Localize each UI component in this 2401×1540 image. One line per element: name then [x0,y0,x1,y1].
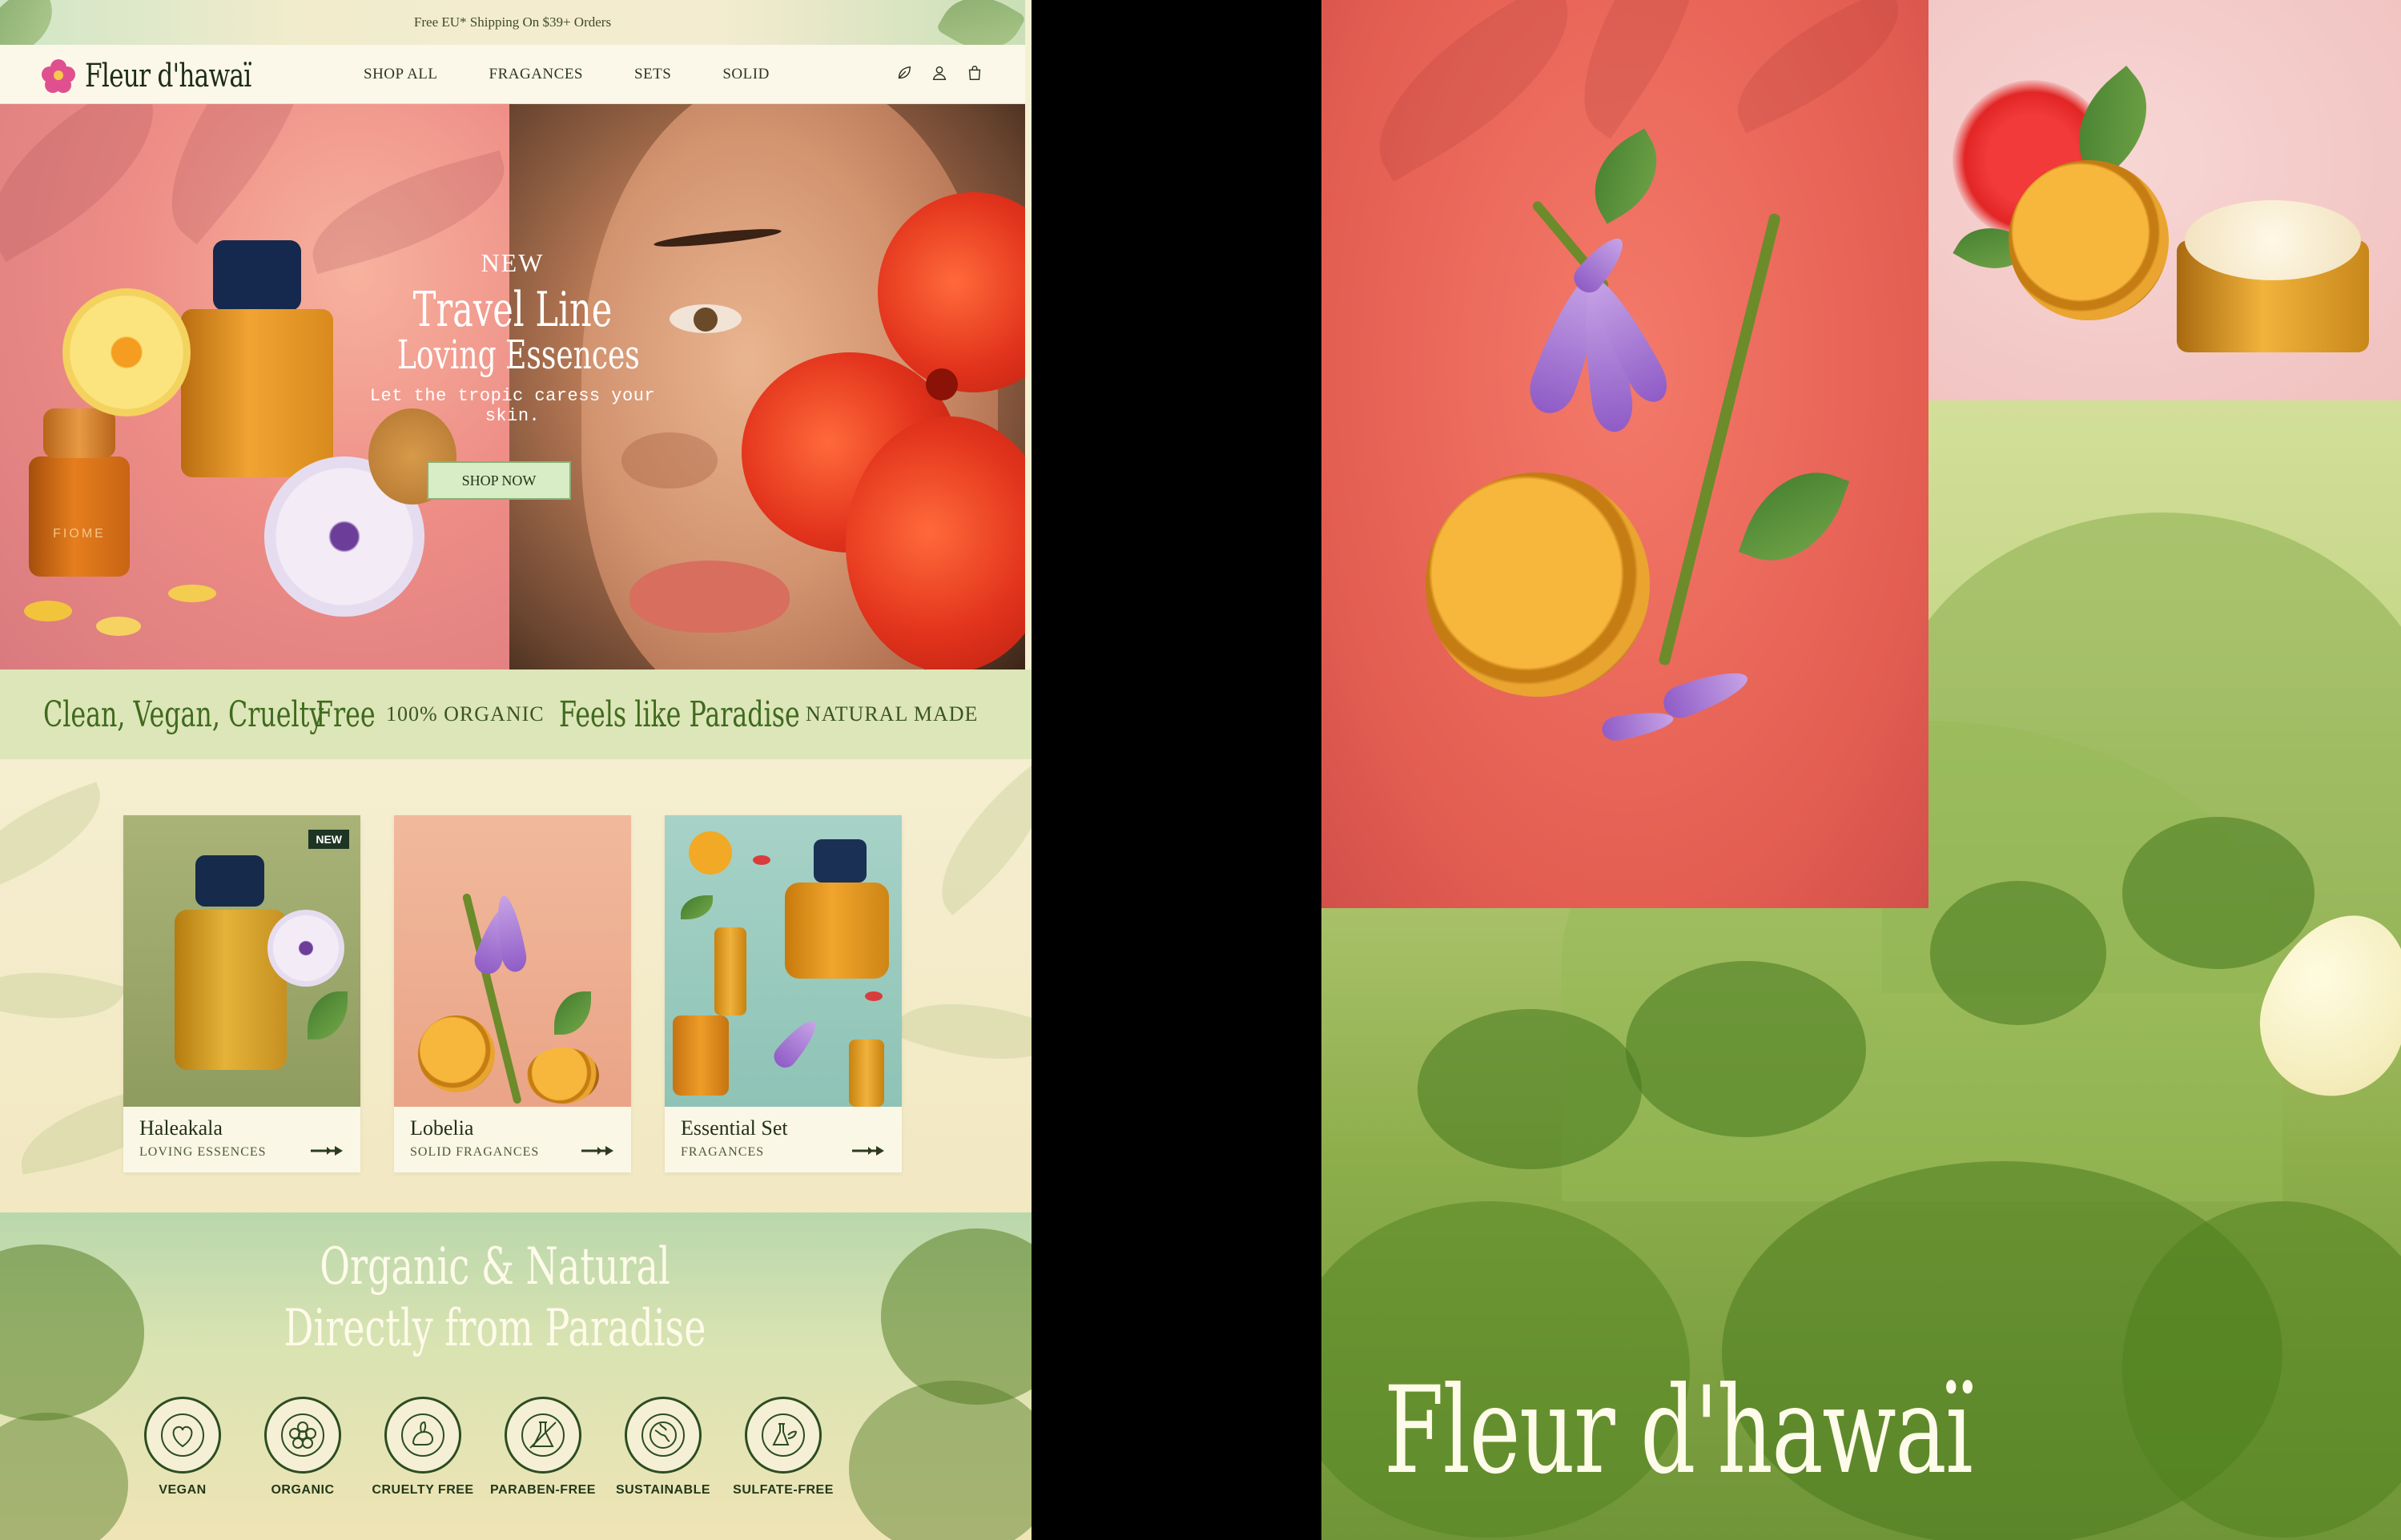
brand-moodboard: Fleur d'hawaï [1321,0,2401,1540]
product-category: SOLID FRAGANCES [410,1145,540,1159]
promo-text: Free EU* Shipping On $39+ Orders [413,14,612,30]
pink-product-photo [1928,0,2401,400]
values-ticker: Clean, Vegan, Cruelty Free 100% ORGANIC … [0,669,1032,759]
badge-organic: ORGANIC [263,1397,343,1498]
product-name: Haleakala [139,1116,223,1140]
feature-badges: VEGAN ORGANIC CRUELTY FREE PARABEN-FREE … [143,1397,833,1498]
organic-heading-line1: Organic & Natural [320,1237,670,1297]
nav-link-fragances[interactable]: FRAGANCES [489,66,583,83]
hero-title: Travel Line [412,282,613,338]
promo-bar: Free EU* Shipping On $39+ Orders [0,0,1027,66]
model-lips [629,561,790,633]
logo-wordmark: Fleur d'hawaï [85,58,251,94]
badge-sustainable: SUSTAINABLE [616,1397,710,1498]
rabbit-icon [401,1413,444,1457]
header-icons [895,64,983,82]
badge-cruelty-free: CRUELTY FREE [372,1397,473,1498]
badge-vegan: VEGAN [143,1397,223,1498]
bottle-label: FIOME [53,527,106,541]
heart-leaf-icon [161,1413,204,1457]
hero-banner: FIOME NEW Travel Line Loving Essences Le… [0,104,1025,669]
hibiscus-logo-icon [42,59,75,93]
product-image [123,815,360,1107]
ticker-item: Clean, Vegan, Cruelty [43,694,324,735]
leaf-icon[interactable] [895,64,913,82]
perfume-bottle-small: FIOME [29,456,130,577]
shop-now-button[interactable]: SHOP NOW [427,461,571,500]
model-eye [670,304,742,333]
product-category: LOVING ESSENCES [139,1145,267,1159]
coral-product-photo [1321,0,1928,908]
stage: Free EU* Shipping On $39+ Orders Fleur d… [0,0,2401,1540]
hero-tagline: Let the tropic caress your skin. [369,385,656,426]
arrow-right-icon[interactable] [852,1145,886,1156]
product-card[interactable]: Lobelia SOLID FRAGANCES [394,815,631,1172]
hero-copy: NEW Travel Line Loving Essences Let the … [352,248,673,426]
ticker-item: NATURAL MADE [806,702,979,726]
nav-link-solid[interactable]: SOLID [722,66,769,83]
arrow-right-icon[interactable] [581,1145,615,1156]
arrow-right-icon[interactable] [311,1145,344,1156]
solid-perfume-tin [1426,472,1650,697]
main-nav: SHOP ALL FRAGANCES SETS SOLID [364,66,821,83]
product-image [394,815,631,1107]
perfume-bottle-large [181,309,333,477]
badge-sulfate-free: SULFATE-FREE [733,1397,833,1498]
product-category: FRAGANCES [681,1145,765,1159]
globe-icon [641,1413,685,1457]
product-card[interactable]: Essential Set FRAGANCES [665,815,902,1172]
yellow-flower [62,288,191,416]
ticker-item: Feels like Paradise [559,694,800,735]
site-logo[interactable]: Fleur d'hawaï [42,58,298,94]
website-mockup: Free EU* Shipping On $39+ Orders Fleur d… [0,0,1032,1540]
nav-link-shop-all[interactable]: SHOP ALL [364,66,438,83]
product-grid-section: NEW Haleakala LOVING ESSENCES Lobelia SO… [0,759,1032,1212]
flower-icon [281,1413,324,1457]
perfume-cap [213,240,301,311]
moodboard-logo: Fleur d'hawaï [1384,1361,1973,1501]
product-image [665,815,902,1107]
ticker-item: 100% ORGANIC [386,702,545,726]
flask-icon [521,1413,565,1457]
nav-link-sets[interactable]: SETS [634,66,671,83]
product-name: Essential Set [681,1116,788,1140]
organic-heading-line2: Directly from Paradise [284,1298,706,1358]
leaf-flask-icon [762,1413,805,1457]
hero-subtitle: Loving Essences [397,332,640,378]
hero-kicker: NEW [481,248,545,277]
user-icon[interactable] [931,64,948,82]
product-card[interactable]: NEW Haleakala LOVING ESSENCES [123,815,360,1172]
bag-icon[interactable] [966,64,983,82]
product-name: Lobelia [410,1116,474,1140]
new-badge: NEW [308,830,349,849]
organic-section: Organic & Natural Directly from Paradise… [0,1212,1032,1540]
organic-heading: Organic & Natural Directly from Paradise [0,1236,990,1360]
site-header: Fleur d'hawaï SHOP ALL FRAGANCES SETS SO… [0,45,1025,104]
ticker-item: Free [316,694,376,735]
badge-paraben-free: PARABEN-FREE [490,1397,595,1498]
